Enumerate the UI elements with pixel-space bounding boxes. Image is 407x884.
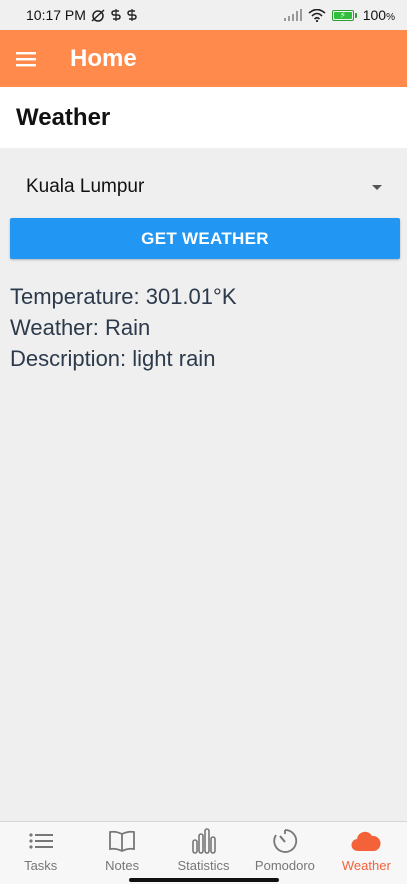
tab-tasks[interactable]: Tasks bbox=[0, 822, 81, 884]
timer-icon bbox=[272, 828, 298, 854]
battery-percent: 100% bbox=[362, 7, 395, 23]
tab-label: Statistics bbox=[177, 858, 230, 873]
app-bar-title: Home bbox=[70, 44, 137, 72]
app-notification-icon bbox=[110, 8, 122, 22]
tab-label: Pomodoro bbox=[254, 858, 315, 873]
get-weather-button[interactable]: GET WEATHER bbox=[10, 218, 400, 259]
app-notification-icon-2 bbox=[126, 8, 138, 22]
tab-notes[interactable]: Notes bbox=[81, 822, 162, 884]
status-bar: 10:17 PM ⚡ 100% bbox=[0, 0, 407, 30]
cloud-icon bbox=[351, 828, 381, 854]
status-time: 10:17 PM bbox=[26, 7, 86, 23]
app-bar: Home bbox=[0, 30, 407, 87]
tab-label: Notes bbox=[105, 858, 140, 873]
alarm-off-icon bbox=[90, 8, 106, 22]
bottom-tab-bar: Tasks Notes Statistics Pomodoro Weather bbox=[0, 821, 407, 884]
tab-label: Weather bbox=[341, 858, 391, 873]
tab-pomodoro[interactable]: Pomodoro bbox=[244, 822, 325, 884]
wifi-icon bbox=[308, 8, 326, 22]
temperature-text: Temperature: 301.01°K bbox=[10, 284, 237, 309]
screen-title: Weather bbox=[0, 87, 407, 148]
signal-icon bbox=[283, 9, 302, 21]
city-picker[interactable]: Kuala Lumpur bbox=[26, 166, 382, 208]
weather-description-text: Description: light rain bbox=[10, 346, 216, 371]
home-indicator[interactable] bbox=[129, 878, 279, 882]
weather-condition-text: Weather: Rain bbox=[10, 315, 151, 340]
city-picker-value: Kuala Lumpur bbox=[26, 176, 145, 197]
dropdown-arrow-icon bbox=[372, 184, 382, 190]
tab-label: Tasks bbox=[24, 858, 58, 873]
bar-chart-icon bbox=[191, 828, 216, 854]
list-icon bbox=[29, 828, 53, 854]
hamburger-menu-icon[interactable] bbox=[0, 30, 70, 87]
tab-statistics[interactable]: Statistics bbox=[163, 822, 244, 884]
tab-weather[interactable]: Weather bbox=[326, 822, 407, 884]
battery-icon: ⚡ bbox=[331, 9, 357, 21]
book-icon bbox=[108, 828, 136, 854]
